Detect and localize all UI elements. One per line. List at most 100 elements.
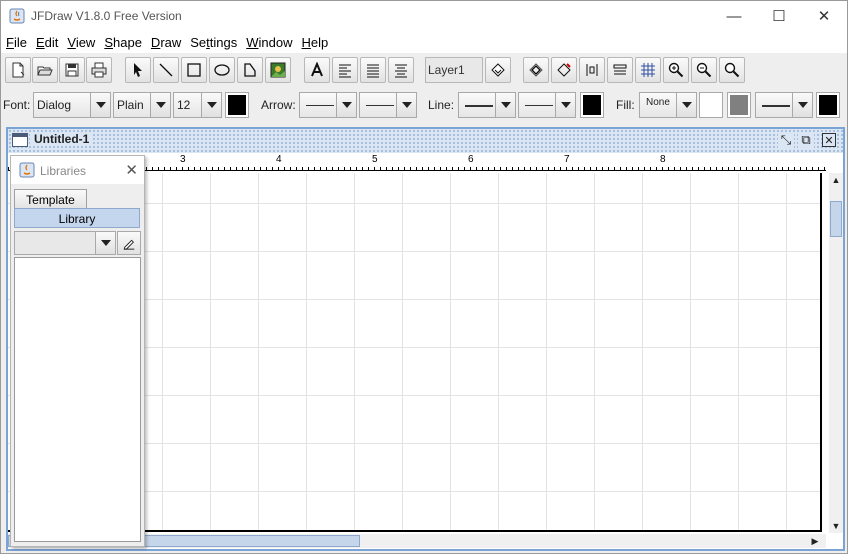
document-title-bar[interactable]: Untitled-1 ⤡ ⧉ ✕ (8, 129, 843, 153)
new-file-icon (12, 62, 25, 78)
line-style-select[interactable] (518, 92, 576, 118)
menu-view[interactable]: View (62, 31, 99, 53)
menu-settings[interactable]: Settings (185, 31, 241, 53)
library-item-list[interactable] (14, 257, 141, 542)
text-tool-button[interactable] (304, 57, 330, 83)
fill-style-select[interactable]: None (639, 92, 697, 118)
chevron-down-icon[interactable] (95, 232, 115, 254)
distribute-button[interactable] (579, 57, 605, 83)
align-center-icon (395, 64, 407, 78)
font-color-button[interactable] (225, 92, 249, 118)
line-tool-button[interactable] (153, 57, 179, 83)
align-center-button[interactable] (388, 57, 414, 83)
chevron-down-icon[interactable] (90, 93, 110, 117)
minimize-icon: — (726, 7, 742, 25)
menu-edit[interactable]: Edit (31, 31, 62, 53)
chevron-down-icon[interactable] (150, 93, 170, 117)
scroll-down-icon[interactable]: ▼ (829, 519, 843, 533)
ruler-label: 6 (468, 154, 474, 165)
ruler-label: 3 (180, 154, 186, 165)
fill-pattern-select[interactable] (755, 92, 813, 118)
layer-settings-button[interactable] (485, 57, 511, 83)
tab-template[interactable]: Template (14, 189, 87, 209)
chevron-down-icon[interactable] (495, 93, 515, 117)
chevron-down-icon[interactable] (676, 93, 696, 117)
fill-secondary-swatch (730, 95, 748, 115)
font-style-select[interactable]: Plain (113, 92, 171, 118)
zoom-fit-button[interactable] (719, 57, 745, 83)
document-close-button[interactable]: ✕ (822, 133, 836, 147)
zoom-fit-icon (724, 62, 740, 78)
image-tool-icon (270, 62, 286, 78)
align-left-button[interactable] (332, 57, 358, 83)
java-app-icon (19, 162, 35, 178)
restore-button[interactable]: ⧉ (798, 132, 814, 148)
group-button[interactable] (523, 57, 549, 83)
menu-draw[interactable]: Draw (146, 31, 185, 53)
library-select[interactable] (14, 231, 116, 255)
arrow-end-select[interactable] (359, 92, 417, 118)
fill-style-value: None (646, 97, 670, 108)
print-icon (91, 62, 107, 78)
minimize-button[interactable]: — (711, 1, 757, 31)
properties-button[interactable] (607, 57, 633, 83)
new-file-button[interactable] (5, 57, 31, 83)
ellipse-tool-button[interactable] (209, 57, 235, 83)
align-justify-button[interactable] (360, 57, 386, 83)
tab-library[interactable]: Library (14, 208, 140, 228)
menu-help[interactable]: Help (297, 31, 333, 53)
fill-color-button[interactable] (699, 92, 723, 118)
zoom-out-icon (696, 62, 712, 78)
zoom-in-button[interactable] (663, 57, 689, 83)
libraries-title-bar[interactable]: Libraries ✕ (11, 156, 144, 184)
fill-secondary-color-button[interactable] (727, 92, 751, 118)
scroll-right-icon[interactable]: ▶ (808, 534, 822, 548)
ungroup-button[interactable] (551, 57, 577, 83)
chevron-down-icon[interactable] (396, 93, 416, 117)
library-manage-button[interactable] (117, 231, 141, 255)
fill-color-swatch (702, 95, 720, 115)
menu-shape[interactable]: Shape (99, 31, 146, 53)
font-family-value: Dialog (37, 98, 72, 112)
window-title: JFDraw V1.8.0 Free Version (31, 9, 182, 23)
scroll-up-icon[interactable]: ▲ (829, 173, 843, 187)
ruler-label: 4 (276, 154, 282, 165)
arrow-start-select[interactable] (299, 92, 357, 118)
close-button[interactable]: ✕ (801, 1, 847, 31)
menu-window[interactable]: Window (241, 31, 296, 53)
layer-selector[interactable]: Layer1 (425, 57, 483, 83)
select-tool-button[interactable] (125, 57, 151, 83)
font-size-select[interactable]: 12 (173, 92, 222, 118)
chevron-down-icon[interactable] (792, 93, 812, 117)
vertical-scroll-thumb[interactable] (830, 201, 842, 237)
line-width-select[interactable] (458, 92, 516, 118)
font-color-swatch (228, 95, 246, 115)
maximize-button[interactable]: ☐ (756, 1, 802, 31)
font-family-select[interactable]: Dialog (33, 92, 111, 118)
line-tool-icon (159, 63, 173, 77)
rectangle-tool-button[interactable] (181, 57, 207, 83)
chevron-down-icon[interactable] (336, 93, 356, 117)
restore-icon: ⧉ (801, 132, 811, 147)
title-bar: JFDraw V1.8.0 Free Version — ☐ ✕ (1, 1, 847, 31)
save-button[interactable] (59, 57, 85, 83)
fill-pattern-color-button[interactable] (816, 92, 840, 118)
vertical-scrollbar[interactable]: ▲ ▼ (829, 173, 843, 533)
print-button[interactable] (86, 57, 112, 83)
line-color-button[interactable] (580, 92, 604, 118)
polygon-tool-button[interactable] (237, 57, 263, 83)
image-tool-button[interactable] (265, 57, 291, 83)
zoom-in-icon (668, 62, 684, 78)
chevron-down-icon[interactable] (201, 93, 221, 117)
font-size-value: 12 (177, 98, 191, 112)
libraries-close-icon[interactable]: ✕ (125, 161, 138, 179)
font-label: Font: (3, 98, 31, 112)
zoom-out-button[interactable] (691, 57, 717, 83)
grid-button[interactable] (635, 57, 661, 83)
open-file-button[interactable] (32, 57, 58, 83)
chevron-down-icon[interactable] (555, 93, 575, 117)
iconify-button[interactable]: ⤡ (778, 132, 794, 148)
menu-file[interactable]: File (1, 31, 31, 53)
java-app-icon (9, 8, 25, 24)
ruler-label: 7 (564, 154, 570, 165)
